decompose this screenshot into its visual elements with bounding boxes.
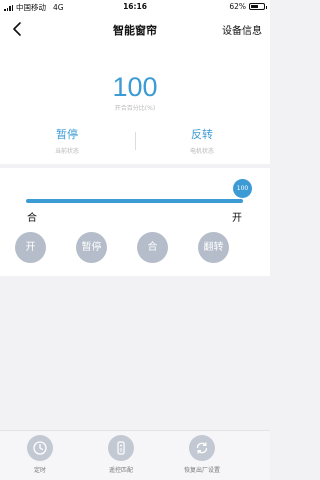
status-right: 62%	[229, 2, 267, 11]
factory-reset-icon	[189, 435, 215, 461]
open-slider-track[interactable]	[26, 199, 243, 203]
current-state-value: 暂停	[56, 128, 78, 141]
divider	[135, 132, 136, 150]
battery-icon	[249, 3, 267, 10]
close-button[interactable]: 合	[137, 232, 168, 263]
status-bar: 中国移动 4G 16:16 62%	[0, 0, 270, 14]
motor-state-value: 反转	[191, 128, 213, 141]
nav-bar: 智能窗帘 设备信息	[0, 14, 270, 44]
timer-label: 定时	[33, 467, 46, 474]
factory-reset-tab[interactable]: 恢复出厂设置	[162, 435, 242, 474]
current-state-label: 当前状态	[54, 148, 79, 155]
reverse-button[interactable]: 翻转	[198, 232, 229, 263]
battery-percent: 62%	[229, 2, 246, 11]
device-info-button[interactable]: 设备信息	[222, 22, 262, 37]
back-button[interactable]	[8, 19, 28, 39]
remote-control-icon	[108, 435, 134, 461]
open-button[interactable]: 开	[15, 232, 46, 263]
open-percent-value: 100	[112, 72, 158, 102]
open-slider-fill	[26, 199, 243, 203]
factory-reset-label: 恢复出厂设置	[183, 467, 220, 474]
slider-max-label: 开	[232, 213, 242, 224]
open-percent-label: 开合百分比(%)	[114, 105, 156, 112]
pause-button[interactable]: 暂停	[76, 232, 107, 263]
slider-min-label: 合	[27, 213, 37, 224]
remote-pairing-tab[interactable]: 遥控匹配	[81, 435, 161, 474]
bottom-bar: 定时 遥控匹配 恢复出厂设置	[0, 430, 270, 480]
open-slider-thumb[interactable]: 100	[233, 179, 252, 198]
chevron-left-icon	[13, 22, 21, 36]
clock-icon	[27, 435, 53, 461]
timer-tab[interactable]: 定时	[0, 435, 80, 474]
control-panel: 100 合 开 开 暂停 合 翻转	[0, 168, 270, 276]
remote-pairing-label: 遥控匹配	[108, 467, 133, 474]
motor-state: 反转 电机状态	[152, 126, 252, 155]
status-panel: 100 开合百分比(%) 暂停 当前状态 反转 电机状态	[0, 44, 270, 164]
current-state: 暂停 当前状态	[17, 126, 117, 155]
motor-state-label: 电机状态	[189, 148, 214, 155]
